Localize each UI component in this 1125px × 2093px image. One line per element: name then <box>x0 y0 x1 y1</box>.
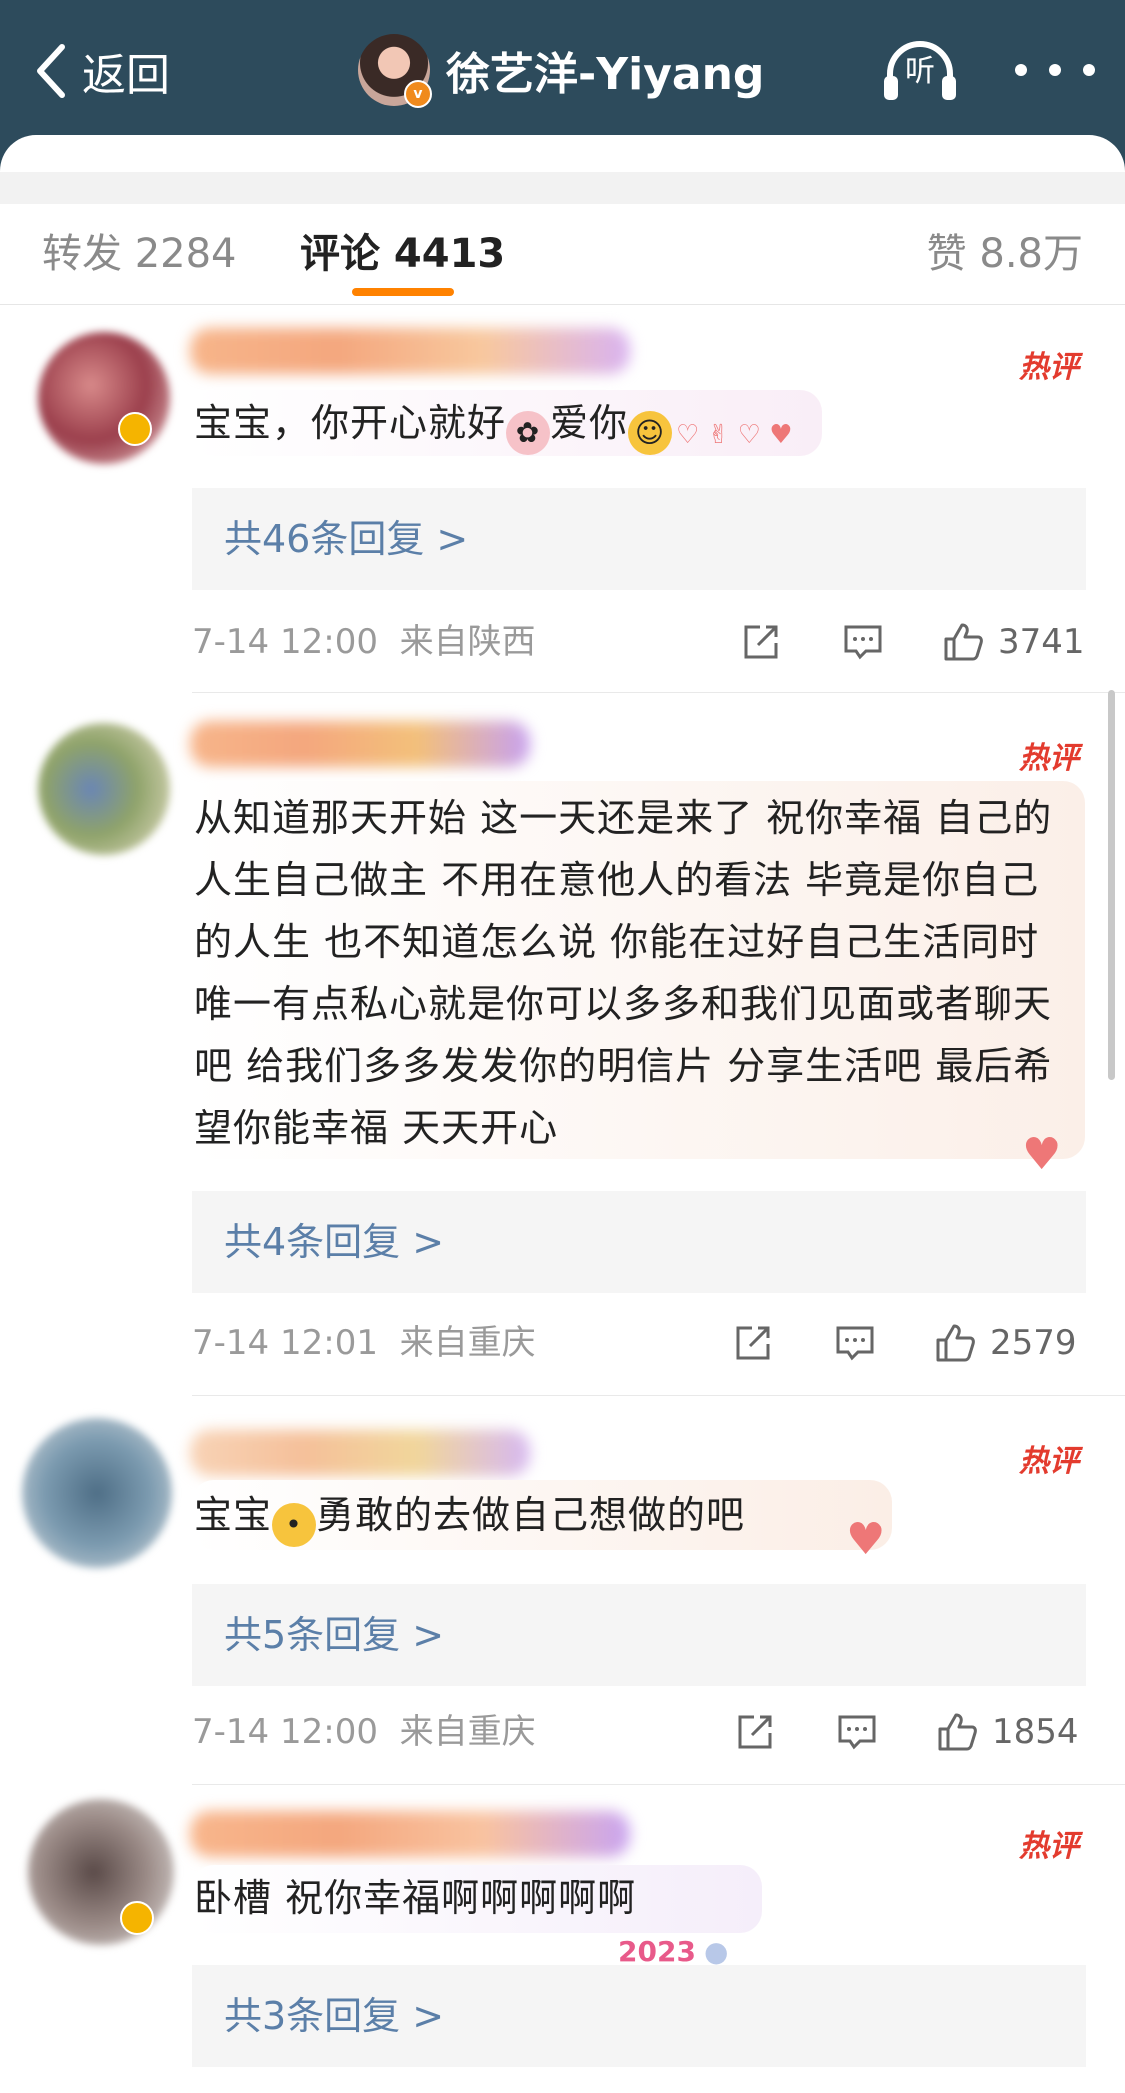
comment-icon <box>836 1326 874 1361</box>
replies-label: 共3条回复 > <box>224 1994 445 2038</box>
comment-icon <box>844 625 882 660</box>
comment-location: 来自重庆 <box>399 1712 536 1752</box>
comment-time: 7-14 12:00 <box>192 622 378 662</box>
hot-comment-badge: 热评 <box>1019 741 1079 776</box>
like-icon <box>936 1324 975 1362</box>
comment-text-part: 爱你 <box>550 401 629 445</box>
comment-location: 来自重庆 <box>399 1323 536 1363</box>
comment-text: 宝宝，你开心就好 ✿ 爱你 ☺ <box>194 392 1074 455</box>
verified-badge-icon <box>120 1901 154 1935</box>
comment-text: 卧槽 祝你幸福啊啊啊啊啊 <box>194 1876 637 1920</box>
share-icon <box>736 1326 770 1360</box>
share-button[interactable] <box>732 1702 778 1762</box>
sticker-text: 2023 <box>618 1935 696 1968</box>
sticker-2023: 2023 ● <box>618 1935 728 1968</box>
share-icon <box>744 625 778 659</box>
avatar[interactable]: v <box>358 34 432 108</box>
listen-label: 听 <box>905 54 935 89</box>
comment-meta: 7-14 12:01 来自重庆 <box>192 1313 536 1373</box>
active-tab-indicator <box>352 288 454 296</box>
more-dots-icon <box>1015 64 1027 76</box>
username-blurred <box>190 721 530 767</box>
comment-time: 7-14 12:01 <box>192 1323 378 1363</box>
bunny-sticker-icon: ● <box>703 1935 729 1968</box>
listen-button[interactable]: 听 <box>880 36 960 106</box>
like-button[interactable]: 3741 <box>940 612 1085 672</box>
tab-bar: 转发 2284 评论 4413 赞 8.8万 <box>0 204 1125 305</box>
hot-comment-badge: 热评 <box>1019 350 1079 385</box>
replies-link[interactable]: 共46条回复 > <box>192 488 1086 590</box>
like-count: 1854 <box>992 1712 1079 1752</box>
puppy-heart-sticker-icon: ♥ <box>846 1514 886 1565</box>
replies-link[interactable]: 共3条回复 > <box>192 1965 1086 2067</box>
comment-location: 来自陕西 <box>399 622 536 662</box>
share-icon <box>738 1715 772 1749</box>
comment-text: 从知道那天开始 这一天还是来了 祝你幸福 自己的人生自己做主 不用在意他人的看法… <box>194 796 1053 1150</box>
avatar[interactable] <box>38 723 170 855</box>
comment-text: 宝宝 • 勇敢的去做自己想做的吧 <box>194 1484 1074 1547</box>
share-button[interactable] <box>738 612 784 672</box>
share-button[interactable] <box>730 1313 776 1373</box>
more-button[interactable] <box>1015 50 1095 90</box>
comment-button[interactable] <box>840 612 886 672</box>
avatar[interactable] <box>22 1418 172 1568</box>
like-icon <box>944 623 983 661</box>
comment-icon <box>838 1715 876 1750</box>
replies-label: 共46条回复 > <box>224 517 469 561</box>
back-label: 返回 <box>82 50 170 101</box>
like-icon <box>938 1713 977 1751</box>
like-count: 3741 <box>998 622 1085 662</box>
avatar[interactable] <box>38 332 170 464</box>
replies-link[interactable]: 共5条回复 > <box>192 1584 1086 1686</box>
pleading-emoji-icon: • <box>272 1503 317 1547</box>
verified-badge-icon: v <box>404 80 432 108</box>
puppy-heart-sticker-icon: ♥ <box>1022 1129 1062 1180</box>
like-count: 2579 <box>990 1323 1077 1363</box>
comment-button[interactable] <box>832 1313 878 1373</box>
lotus-emoji-icon: ✿ <box>506 411 551 455</box>
kiss-emoji-icon: ☺ <box>628 411 673 455</box>
back-button[interactable]: 返回 <box>32 36 170 106</box>
hot-comment-badge: 热评 <box>1019 1829 1079 1864</box>
comment-item: 热评 从知道那天开始 这一天还是来了 祝你幸福 自己的人生自己做主 不用在意他人… <box>0 693 1125 1396</box>
page-title: 徐艺洋-Yiyang <box>446 49 765 100</box>
more-dot <box>1083 64 1095 76</box>
heart-hands-sticker-icon: ♡ ✌ ♡ ♥ <box>676 420 793 450</box>
back-chevron-icon <box>37 44 65 98</box>
replies-label: 共5条回复 > <box>224 1613 445 1657</box>
comment-button[interactable] <box>834 1702 880 1762</box>
scrollbar[interactable] <box>1108 690 1115 1080</box>
sheet-strip <box>0 172 1125 204</box>
comment-item: 热评 宝宝，你开心就好 ✿ 爱你 ☺ ♡ ✌ ♡ ♥ 共46条回复 > 7-14 12… <box>0 304 1125 700</box>
comment-time: 7-14 12:00 <box>192 1712 378 1752</box>
tab-likes[interactable]: 赞 8.8万 <box>927 204 1083 304</box>
profile-header[interactable]: v 徐艺洋-Yiyang <box>358 30 764 110</box>
username-blurred <box>190 1811 630 1857</box>
replies-link[interactable]: 共4条回复 > <box>192 1191 1086 1293</box>
replies-label: 共4条回复 > <box>224 1220 445 1264</box>
comment-meta: 7-14 12:00 来自重庆 <box>192 1702 536 1762</box>
like-button[interactable]: 2579 <box>932 1313 1077 1373</box>
username-blurred <box>190 1430 530 1476</box>
comment-text-part: 勇敢的去做自己想做的吧 <box>316 1493 746 1537</box>
verified-badge-icon <box>118 412 152 446</box>
hot-comment-badge: 热评 <box>1019 1444 1079 1479</box>
comment-item: 热评 宝宝 • 勇敢的去做自己想做的吧 ♥ 共5条回复 > 7-14 12:00 来… <box>0 1396 1125 1786</box>
comment-meta: 7-14 12:00 来自陕西 <box>192 612 536 672</box>
like-button[interactable]: 1854 <box>934 1702 1079 1762</box>
comment-item: 热评 卧槽 祝你幸福啊啊啊啊啊 2023 ● 共3条回复 > <box>0 1785 1125 2093</box>
comment-text-part: 宝宝，你开心就好 <box>194 401 507 445</box>
tab-forward[interactable]: 转发 2284 <box>42 204 237 304</box>
more-dot <box>1049 64 1061 76</box>
username-blurred <box>190 328 630 374</box>
comment-text-part: 宝宝 <box>194 1493 273 1537</box>
